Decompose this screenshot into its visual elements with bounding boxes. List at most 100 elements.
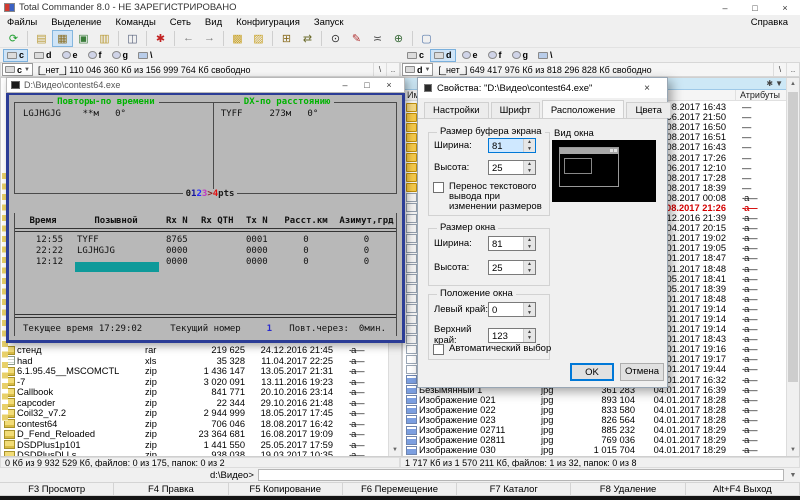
drive-combo-left[interactable]: c▼ [2,63,33,76]
file-row[interactable]: Callbook zip 841 771 20.10.2016 23:14 -a… [2,387,388,398]
root-dir-button[interactable]: \ [373,63,386,76]
altf4-exit-button[interactable]: Alt+F4 Выход [686,482,800,496]
file-row[interactable]: Изображение 023 jpg 826 564 04.01.2017 1… [404,415,786,425]
editor-icon[interactable]: ▢ [416,30,437,47]
tree-view-icon[interactable]: ▥ [94,30,115,47]
parent-dir-button[interactable]: .. [786,63,799,76]
file-row[interactable]: Изображение 02811 jpg 769 036 04.01.2017… [404,435,786,445]
ok-button[interactable]: OK [570,363,614,381]
file-row[interactable]: стенд rar 219 625 24.12.2016 21:45 -a— [2,345,388,356]
window-height-spinner[interactable]: 25▲▼ [488,260,536,275]
position-top-spinner[interactable]: 123▲▼ [488,328,536,343]
console-title-bar[interactable]: D:\Видео\contest64.exe –□× [6,77,405,93]
compare-icon[interactable]: ≍ [367,30,388,47]
minimize-icon[interactable]: – [710,0,740,15]
menu-start[interactable]: Запуск [307,17,351,28]
auto-position-checkbox[interactable] [433,344,444,355]
right-panel-scrollbar[interactable]: ▲ ▼ [786,78,799,456]
chevron-down-icon[interactable]: ▼ [786,472,800,479]
parent-dir-button[interactable]: .. [386,63,399,76]
maximize-icon[interactable]: □ [356,78,378,92]
refresh-icon[interactable]: ⟳ [3,30,24,47]
buffer-height-spinner[interactable]: 25▲▼ [488,160,536,175]
full-view-icon[interactable]: ▦ [52,30,73,47]
f8-delete-button[interactable]: F8 Удаление [571,482,685,496]
scroll-up-icon[interactable]: ▲ [787,78,799,90]
file-row[interactable]: Изображение 02711 jpg 885 232 04.01.2017… [404,425,786,435]
file-row[interactable]: capcoder zip 22 344 29.10.2016 21:48 -a— [2,398,388,409]
forward-icon[interactable]: → [199,30,220,47]
scroll-down-icon[interactable]: ▼ [389,444,401,456]
menu-files[interactable]: Файлы [0,17,44,28]
root-dir-button[interactable]: \ [773,63,786,76]
dialog-tab[interactable]: Расположение [542,100,625,118]
unpack-icon[interactable]: ▨ [248,30,269,47]
quick-view-icon[interactable]: ◫ [122,30,143,47]
file-row[interactable]: Изображение 021 jpg 893 104 04.01.2017 1… [404,395,786,405]
scroll-thumb[interactable] [788,92,798,382]
dialog-tab[interactable]: Шрифт [491,102,540,118]
file-row[interactable]: D_Fend_Reloaded zip 23 364 681 16.08.201… [2,429,388,440]
file-row[interactable]: 6.1.95.45__MSCOMCTL zip 1 436 147 13.05.… [2,366,388,377]
favorites-icon[interactable]: ✱ [766,79,773,88]
dialog-title-bar[interactable]: Свойства: "D:\Видео\contest64.exe" × [418,78,667,98]
menu-commands[interactable]: Команды [109,17,163,28]
close-icon[interactable]: × [770,0,800,15]
wrap-output-checkbox[interactable] [433,182,444,193]
menu-show[interactable]: Вид [198,17,229,28]
multi-rename-icon[interactable]: ✎ [346,30,367,47]
f6-move-button[interactable]: F6 Перемещение [343,482,457,496]
back-icon[interactable]: ← [178,30,199,47]
menu-configuration[interactable]: Конфигурация [229,17,307,28]
scroll-down-icon[interactable]: ▼ [787,444,799,456]
window-width-spinner[interactable]: 81▲▼ [488,236,536,251]
f5-copy-button[interactable]: F5 Копирование [229,482,343,496]
drive-button[interactable]: f [84,49,106,62]
file-row[interactable]: -7 zip 3 020 091 13.11.2016 19:23 -a— [2,377,388,388]
file-row[interactable]: DSDPlusDLLs zip 938 038 19.03.2017 10:35… [2,450,388,456]
thumbnails-view-icon[interactable]: ▣ [73,30,94,47]
network-icon[interactable]: ⊕ [388,30,409,47]
menu-net[interactable]: Сеть [163,17,198,28]
drive-button[interactable]: c [3,49,28,62]
properties-dialog[interactable]: Свойства: "D:\Видео\contest64.exe" × Нас… [417,77,668,388]
test-archive-icon[interactable]: ⊞ [276,30,297,47]
file-row[interactable]: had xls 35 328 11.04.2017 22:25 -a— [2,356,388,367]
drive-button[interactable]: \ [534,49,557,62]
pack-icon[interactable]: ▩ [227,30,248,47]
drive-button[interactable]: g [508,49,533,62]
search-icon[interactable]: ⊙ [325,30,346,47]
file-row[interactable]: Изображение 022 jpg 833 580 04.01.2017 1… [404,405,786,415]
menu-help[interactable]: Справка [739,17,800,28]
drive-button[interactable]: e [458,49,482,62]
menu-mark[interactable]: Выделение [44,17,108,28]
buffer-width-spinner[interactable]: 81▲▼ [488,138,536,153]
close-icon[interactable]: × [378,78,400,92]
drive-button[interactable]: d [30,49,56,62]
drive-button[interactable]: g [108,49,133,62]
brief-view-icon[interactable]: ▤ [31,30,52,47]
dialog-tab[interactable]: Цвета [626,102,670,118]
drive-button[interactable]: e [58,49,82,62]
file-row[interactable]: DSDPlus1p101 zip 1 441 550 25.05.2017 17… [2,440,388,451]
drive-button[interactable]: d [430,49,456,62]
f7-mkdir-button[interactable]: F7 Каталог [457,482,571,496]
drive-button[interactable]: c [403,49,428,62]
drive-button[interactable]: f [484,49,506,62]
close-icon[interactable]: × [633,83,661,94]
drive-button[interactable]: \ [134,49,157,62]
file-row[interactable]: Изображение 030 jpg 1 015 704 04.01.2017… [404,445,786,455]
dialog-tab[interactable]: Настройки [424,102,489,118]
console-window[interactable]: D:\Видео\contest64.exe –□× Повторы-по вр… [6,77,405,343]
command-input[interactable] [258,469,784,481]
file-row[interactable]: Coil32_v7.2 zip 2 944 999 18.05.2017 17:… [2,408,388,419]
minimize-icon[interactable]: – [334,78,356,92]
maximize-icon[interactable]: □ [740,0,770,15]
history-icon[interactable]: ▼ [775,79,783,88]
cancel-button[interactable]: Отмена [620,363,664,381]
position-left-spinner[interactable]: 0▲▼ [488,302,536,317]
f3-view-button[interactable]: F3 Просмотр [0,482,114,496]
file-row[interactable]: contest64 zip 706 046 18.08.2017 16:42 -… [2,419,388,430]
f4-edit-button[interactable]: F4 Правка [114,482,228,496]
drive-combo-right[interactable]: d▼ [402,63,433,76]
